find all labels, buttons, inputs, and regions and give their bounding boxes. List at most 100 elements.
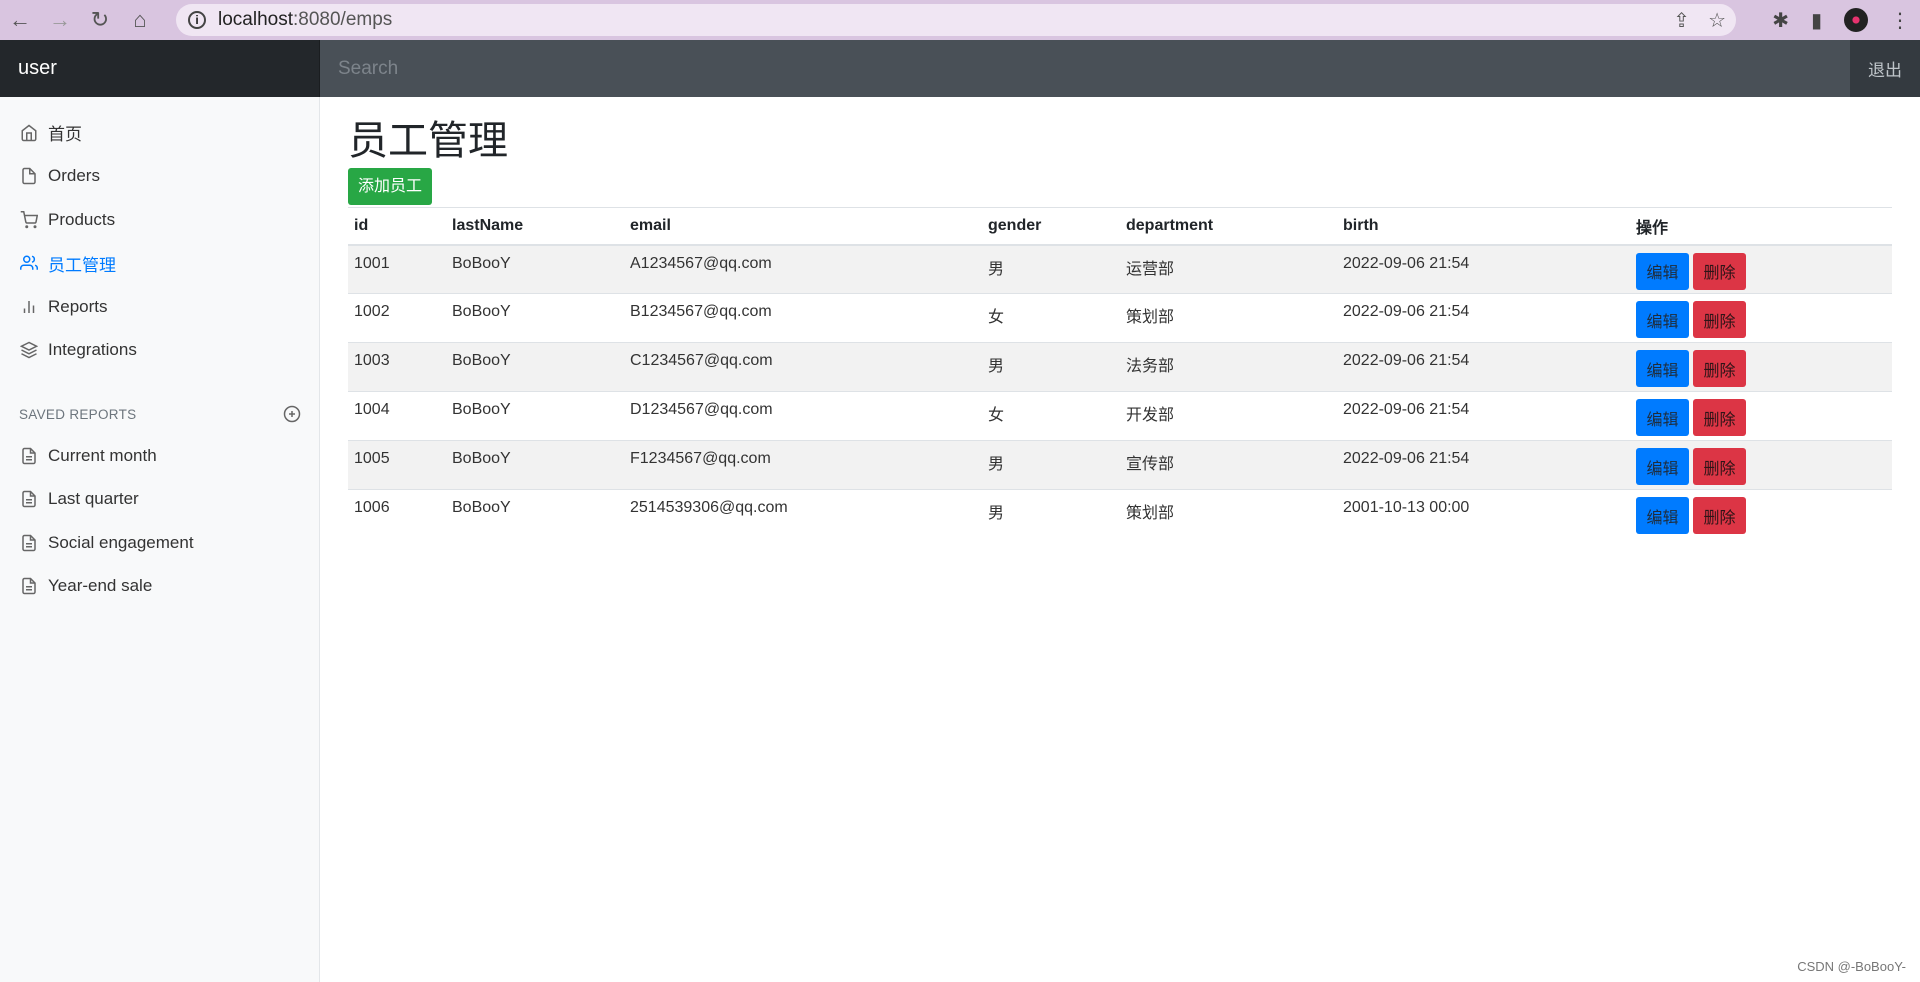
column-header: id xyxy=(348,207,446,246)
column-header: 操作 xyxy=(1630,207,1892,246)
column-header: birth xyxy=(1337,207,1630,246)
sidebar-item-integrations[interactable]: Integrations xyxy=(0,329,319,373)
url-path: :8080/emps xyxy=(293,9,393,30)
cell-gender: 女 xyxy=(982,293,1120,343)
main-content: 员工管理 添加员工 id lastName email gender depar… xyxy=(348,97,1892,539)
file-text-icon xyxy=(20,490,38,508)
edit-button[interactable]: 编辑 xyxy=(1636,448,1689,485)
saved-reports-list: Current month Last quarter Social engage… xyxy=(0,434,319,608)
layers-icon xyxy=(20,341,38,359)
cell-lastname: BoBooY xyxy=(446,391,624,441)
cell-gender: 女 xyxy=(982,391,1120,441)
sidebar-item-label: 员工管理 xyxy=(48,255,116,275)
cell-actions: 编辑 删除 xyxy=(1630,489,1892,539)
sidebar-item-label: Orders xyxy=(48,166,100,186)
cell-actions: 编辑 删除 xyxy=(1630,342,1892,392)
saved-report-label: Social engagement xyxy=(48,532,194,552)
edit-button[interactable]: 编辑 xyxy=(1636,350,1689,387)
saved-reports-title: SAVED REPORTS xyxy=(19,406,137,422)
sidebar-item-employees[interactable]: 员工管理 xyxy=(0,242,319,286)
signout-link[interactable]: 退出 xyxy=(1850,40,1920,97)
cell-gender: 男 xyxy=(982,489,1120,539)
add-employee-button[interactable]: 添加员工 xyxy=(348,168,433,205)
column-header: department xyxy=(1120,207,1337,246)
table-row: 1002 BoBooY B1234567@qq.com 女 策划部 2022-0… xyxy=(348,293,1892,343)
saved-report-last-quarter[interactable]: Last quarter xyxy=(0,478,319,522)
plus-circle-icon[interactable] xyxy=(283,405,301,423)
sidebar-item-label: 首页 xyxy=(48,125,82,145)
share-icon[interactable]: ⇪ xyxy=(1673,8,1690,33)
edit-button[interactable]: 编辑 xyxy=(1636,252,1689,290)
cell-actions: 编辑 删除 xyxy=(1630,244,1892,294)
saved-reports-heading: SAVED REPORTS xyxy=(0,402,319,426)
cell-birth: 2022-09-06 21:54 xyxy=(1337,342,1630,392)
url-host: localhost xyxy=(218,9,293,30)
bookmark-star-icon[interactable]: ☆ xyxy=(1708,8,1726,33)
saved-report-social-engagement[interactable]: Social engagement xyxy=(0,521,319,565)
cell-lastname: BoBooY xyxy=(446,244,624,294)
sidebar-item-label: Reports xyxy=(48,296,108,316)
cell-email: D1234567@qq.com xyxy=(624,391,982,441)
file-text-icon xyxy=(20,577,38,595)
cell-department: 策划部 xyxy=(1120,293,1337,343)
delete-button[interactable]: 删除 xyxy=(1693,350,1746,387)
users-icon xyxy=(20,254,38,272)
edit-button[interactable]: 编辑 xyxy=(1636,497,1689,534)
saved-report-current-month[interactable]: Current month xyxy=(0,434,319,478)
sidebar-item-orders[interactable]: Orders xyxy=(0,155,319,199)
sidebar-item-home[interactable]: 首页 xyxy=(0,111,319,155)
delete-button[interactable]: 删除 xyxy=(1693,301,1746,338)
delete-button[interactable]: 删除 xyxy=(1693,497,1746,534)
table-row: 1004 BoBooY D1234567@qq.com 女 开发部 2022-0… xyxy=(348,391,1892,441)
cell-actions: 编辑 删除 xyxy=(1630,440,1892,490)
sidebar-nav: 首页 Orders Products 员工管理 Reports Integrat… xyxy=(0,97,319,372)
cell-department: 策划部 xyxy=(1120,489,1337,539)
sidebar: 首页 Orders Products 员工管理 Reports Integrat… xyxy=(0,97,320,982)
delete-button[interactable]: 删除 xyxy=(1693,252,1746,290)
sidebar-item-reports[interactable]: Reports xyxy=(0,285,319,329)
cell-email: A1234567@qq.com xyxy=(624,244,982,294)
column-header: gender xyxy=(982,207,1120,246)
side-panel-icon[interactable]: ▮ xyxy=(1811,8,1822,33)
home-browser-icon[interactable]: ⌂ xyxy=(120,0,160,40)
cell-lastname: BoBooY xyxy=(446,293,624,343)
sidebar-item-label: Products xyxy=(48,209,116,229)
address-bar[interactable]: i localhost:8080/emps ⇪ ☆ xyxy=(176,4,1736,36)
column-header: email xyxy=(624,207,982,246)
file-text-icon xyxy=(20,534,38,552)
cell-gender: 男 xyxy=(982,342,1120,392)
cell-birth: 2022-09-06 21:54 xyxy=(1337,293,1630,343)
cell-id: 1005 xyxy=(348,440,446,490)
sidebar-item-products[interactable]: Products xyxy=(0,198,319,242)
saved-report-year-end-sale[interactable]: Year-end sale xyxy=(0,565,319,609)
file-icon xyxy=(20,167,38,185)
brand[interactable]: user xyxy=(0,40,320,97)
search-input[interactable] xyxy=(320,40,1850,97)
extensions-icon[interactable]: ✱ xyxy=(1772,8,1789,33)
browser-menu-icon[interactable]: ⋮ xyxy=(1890,8,1910,33)
edit-button[interactable]: 编辑 xyxy=(1636,301,1689,338)
table-header-row: id lastName email gender department birt… xyxy=(348,207,1892,246)
cell-id: 1003 xyxy=(348,342,446,392)
table-row: 1006 BoBooY 2514539306@qq.com 男 策划部 2001… xyxy=(348,489,1892,539)
cell-lastname: BoBooY xyxy=(446,440,624,490)
site-info-icon[interactable]: i xyxy=(188,11,206,29)
delete-button[interactable]: 删除 xyxy=(1693,399,1746,436)
cell-department: 法务部 xyxy=(1120,342,1337,392)
delete-button[interactable]: 删除 xyxy=(1693,448,1746,485)
reload-icon[interactable]: ↻ xyxy=(80,0,120,40)
cell-email: C1234567@qq.com xyxy=(624,342,982,392)
column-header: lastName xyxy=(446,207,624,246)
forward-icon[interactable]: → xyxy=(40,0,80,40)
cell-email: F1234567@qq.com xyxy=(624,440,982,490)
cell-id: 1006 xyxy=(348,489,446,539)
saved-report-label: Year-end sale xyxy=(48,576,153,596)
edit-button[interactable]: 编辑 xyxy=(1636,399,1689,436)
profile-avatar-icon[interactable] xyxy=(1844,8,1868,32)
saved-report-label: Current month xyxy=(48,445,157,465)
back-icon[interactable]: ← xyxy=(0,0,40,40)
cell-department: 运营部 xyxy=(1120,244,1337,294)
bar-chart-icon xyxy=(20,298,38,316)
cell-email: B1234567@qq.com xyxy=(624,293,982,343)
cell-lastname: BoBooY xyxy=(446,342,624,392)
